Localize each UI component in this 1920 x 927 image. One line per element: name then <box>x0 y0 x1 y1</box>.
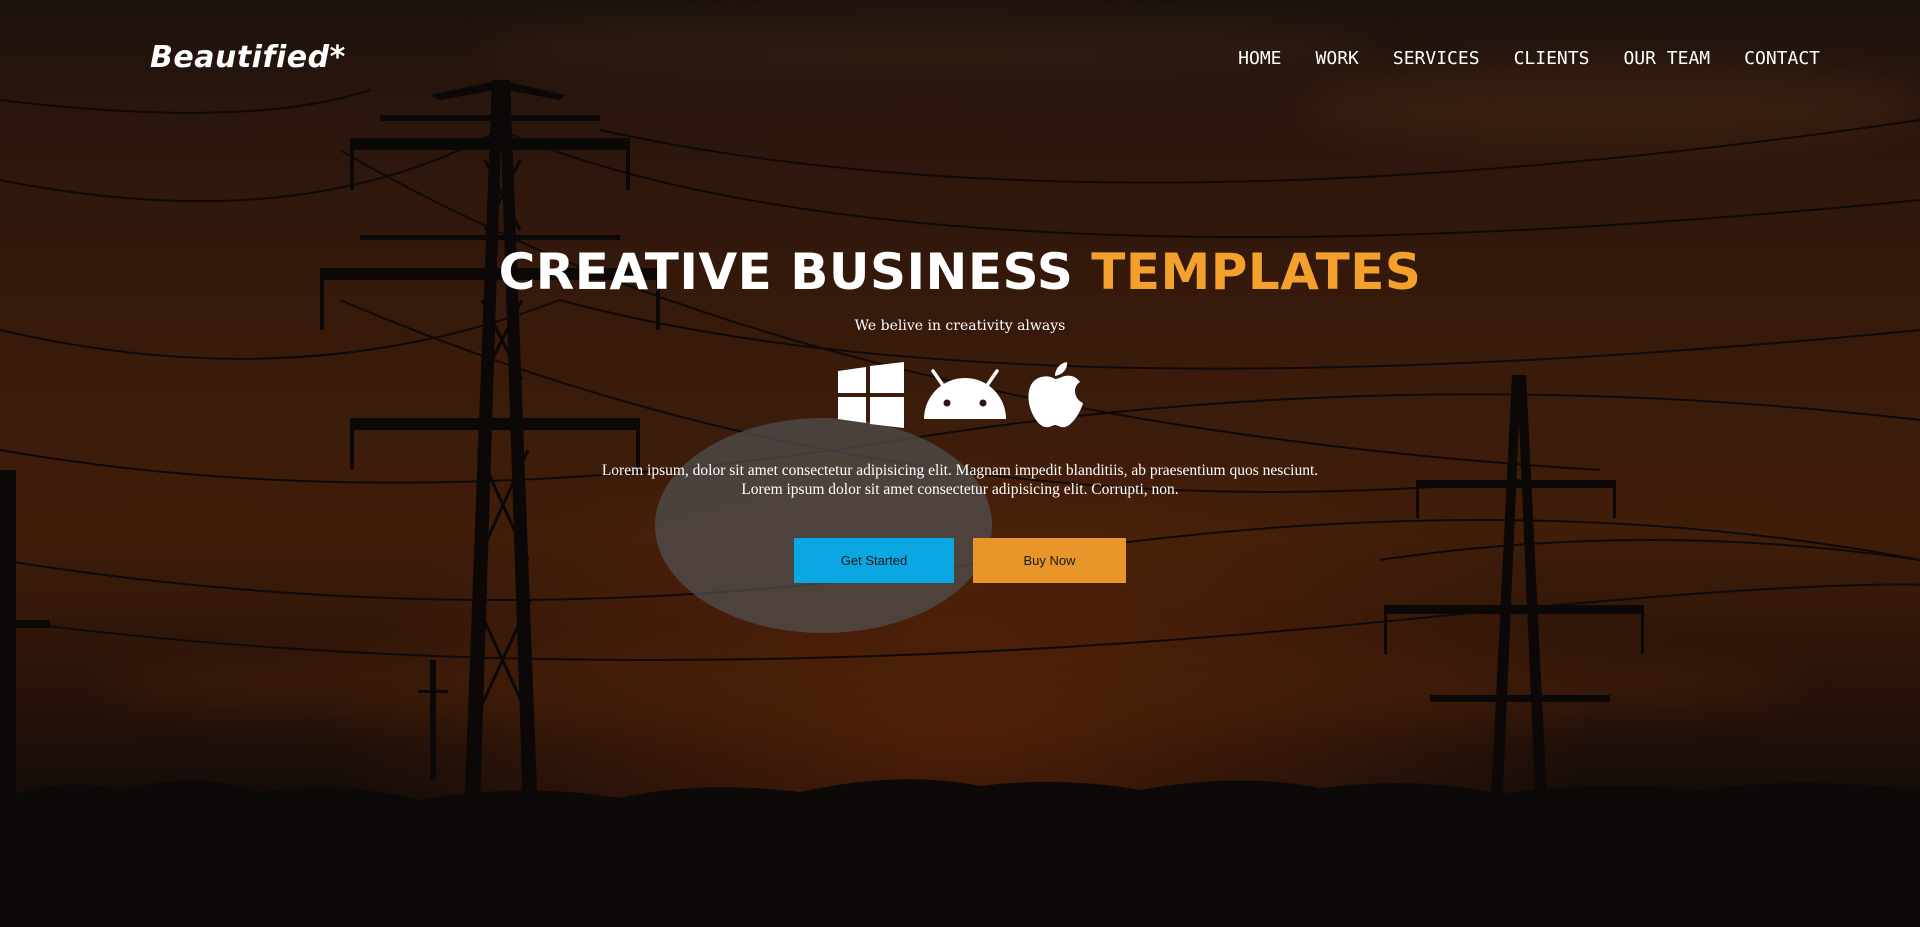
apple-icon <box>1026 361 1084 429</box>
nav-clients[interactable]: CLIENTS <box>1514 48 1590 69</box>
watermark-overlay <box>655 418 992 633</box>
hero-description: Lorem ipsum, dolor sit amet consectetur … <box>0 461 1920 499</box>
nav-contact[interactable]: CONTACT <box>1744 48 1820 69</box>
nav-work[interactable]: WORK <box>1316 48 1359 69</box>
nav-services[interactable]: SERVICES <box>1393 48 1480 69</box>
buy-now-button[interactable]: Buy Now <box>973 538 1126 583</box>
headline-white-part: CREATIVE BUSINESS <box>498 243 1074 301</box>
headline-accent-part: TEMPLATES <box>1091 243 1422 301</box>
hero-subtitle: We belive in creativity always <box>854 318 1066 334</box>
windows-icon <box>838 362 904 428</box>
android-icon <box>922 369 1008 421</box>
hero-headline: CREATIVE BUSINESS TEMPLATES <box>0 244 1920 300</box>
brand-logo[interactable]: Beautified* <box>150 40 346 75</box>
hero-section: Beautified* HOME WORK SERVICES CLIENTS O… <box>0 0 1920 927</box>
main-nav: HOME WORK SERVICES CLIENTS OUR TEAM CONT… <box>1238 48 1820 69</box>
hero-description-line-1: Lorem ipsum, dolor sit amet consectetur … <box>601 462 1319 479</box>
nav-our-team[interactable]: OUR TEAM <box>1623 48 1710 69</box>
get-started-button[interactable]: Get Started <box>794 538 954 583</box>
platform-icons <box>838 361 1084 429</box>
nav-home[interactable]: HOME <box>1238 48 1281 69</box>
hero-description-line-2: Lorem ipsum dolor sit amet consectetur a… <box>741 481 1179 498</box>
